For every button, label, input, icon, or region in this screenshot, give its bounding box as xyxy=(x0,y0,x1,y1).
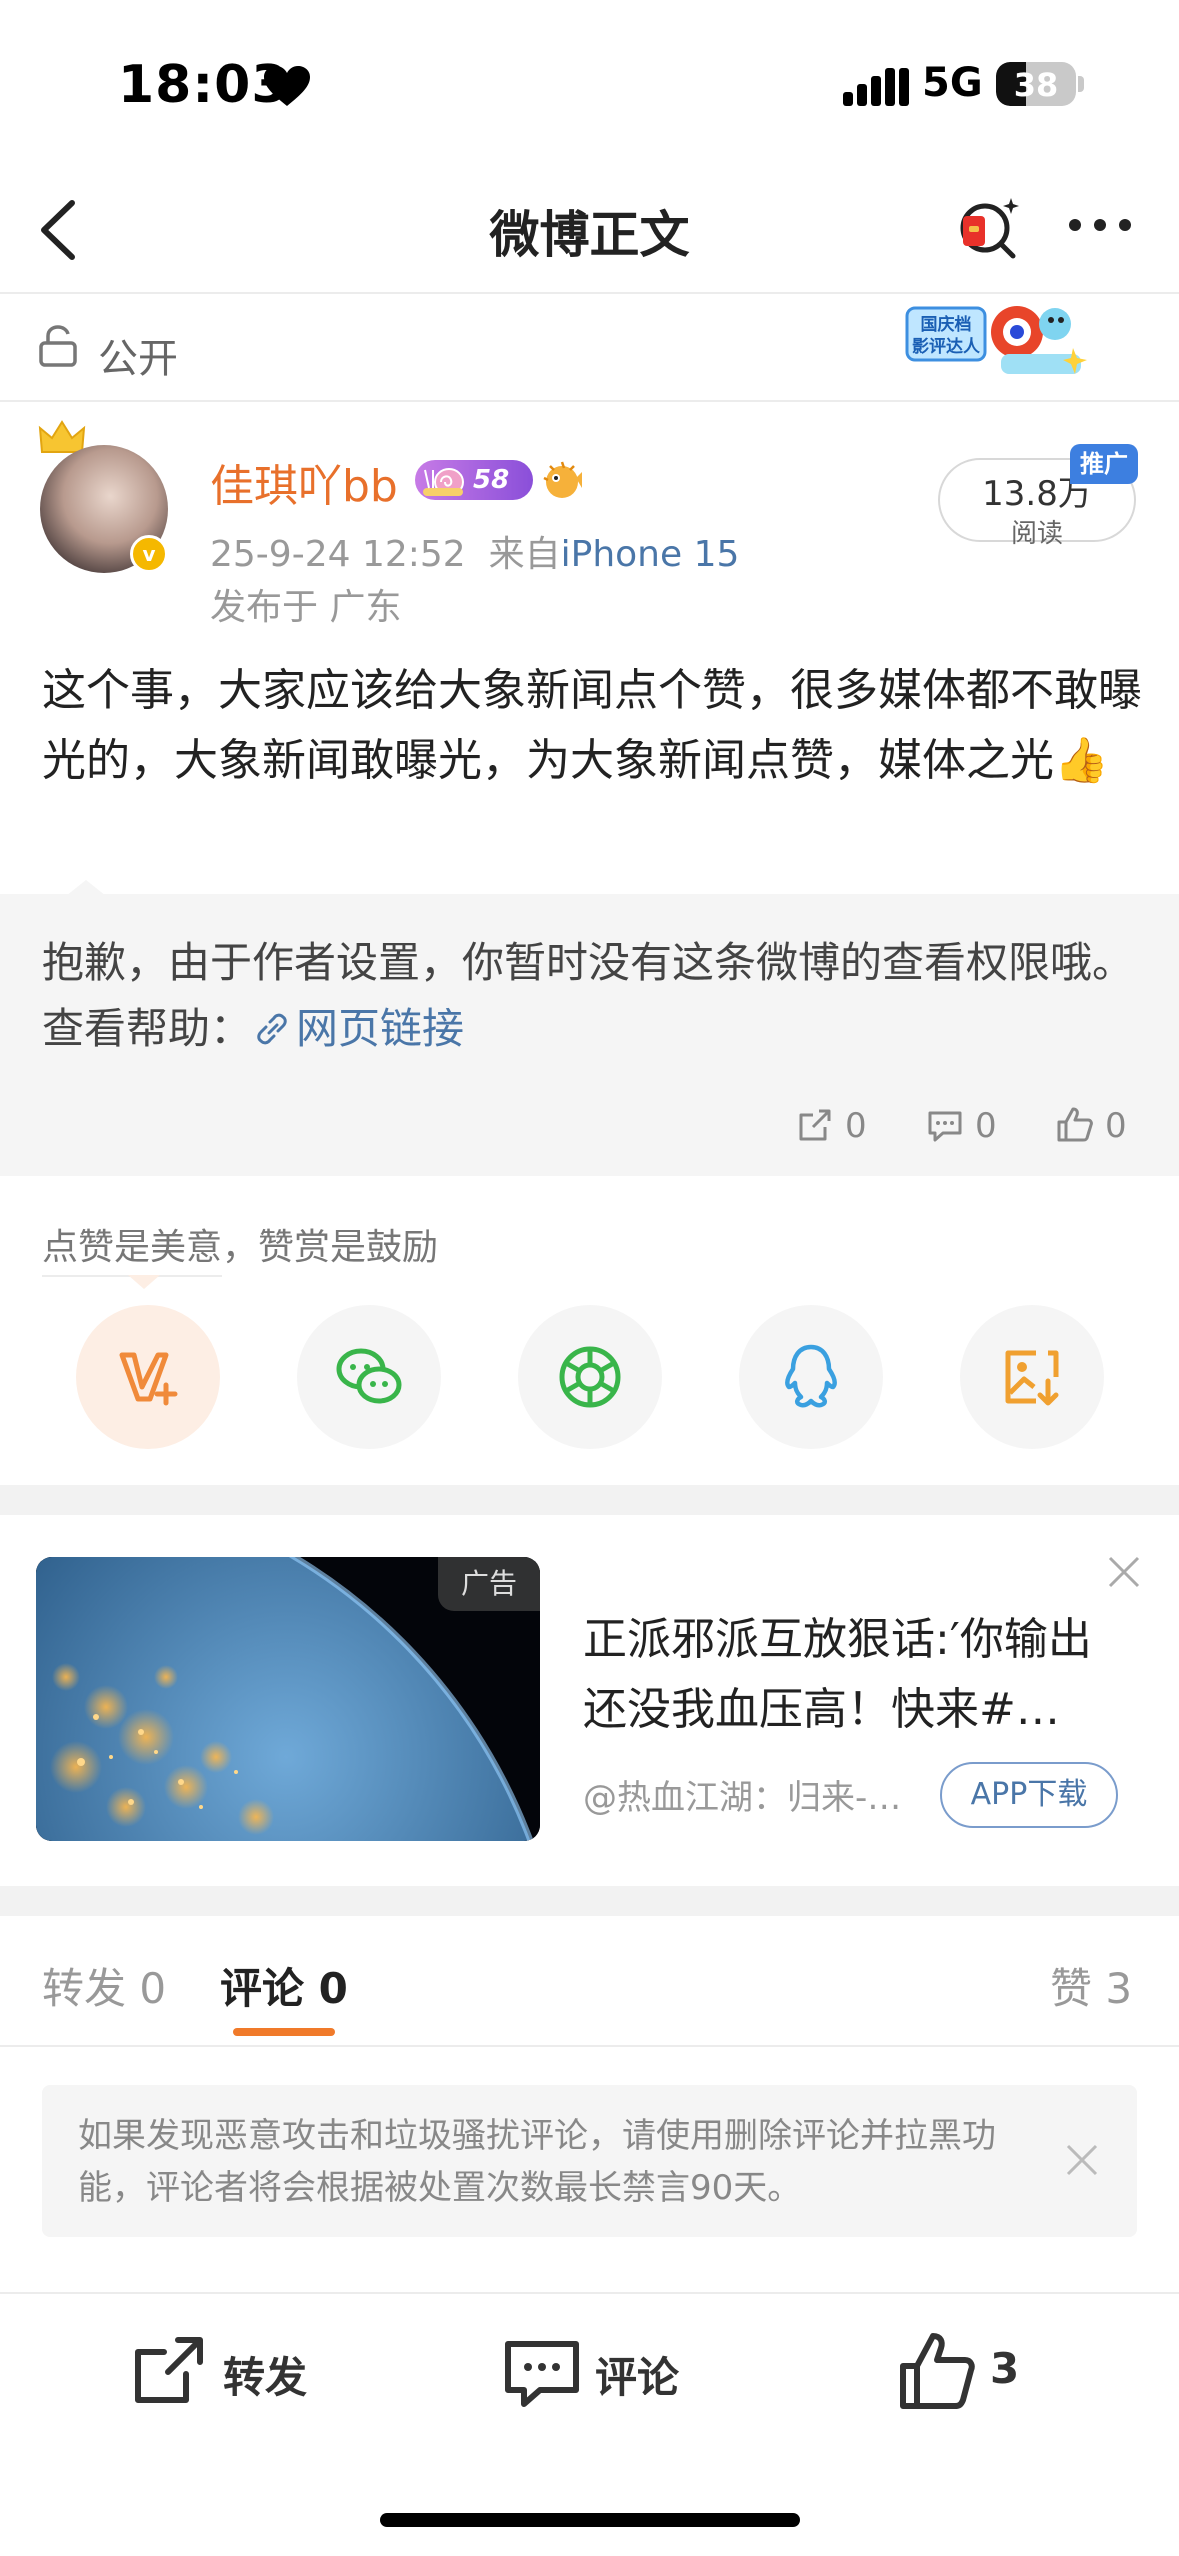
section-separator xyxy=(0,1485,1179,1515)
wechat-icon xyxy=(336,1348,402,1404)
like-count: 0 xyxy=(1105,1106,1127,1146)
comment-label: 评论 xyxy=(595,2353,680,2402)
repost-like-count[interactable]: 0 xyxy=(1055,1105,1127,1149)
divider xyxy=(0,2045,1179,2047)
post-date: 25-9-24 12:52 xyxy=(210,534,466,575)
visibility-label: 公开 xyxy=(98,336,178,382)
post-text: 这个事，大家应该给大象新闻点个赞，很多媒体都不敢曝光的，大象新闻敢曝光，为大象新… xyxy=(42,665,1142,786)
like-button[interactable]: 3 xyxy=(895,2330,1055,2414)
post-location: 发布于 广东 xyxy=(210,587,402,628)
share-icon xyxy=(135,2337,203,2403)
level-badge[interactable]: 58 xyxy=(415,460,533,500)
repost-comment-count[interactable]: 0 xyxy=(925,1105,997,1149)
tab-forward[interactable]: 转发 0 xyxy=(42,1955,166,2016)
notice-text: 如果发现恶意攻击和垃圾骚扰评论，请使用删除评论并拉黑功能，评论者将会根据被处置次… xyxy=(78,2116,996,2208)
post-source[interactable]: iPhone 15 xyxy=(561,534,740,575)
comment-icon xyxy=(928,1111,962,1142)
thumb-up-icon xyxy=(900,2333,975,2409)
web-link-label: 网页链接 xyxy=(296,1004,465,1053)
repost-forward-count[interactable]: 0 xyxy=(795,1105,867,1149)
web-link[interactable]: 网页链接 xyxy=(252,1004,464,1053)
close-icon[interactable] xyxy=(1104,1552,1144,1592)
reads-label: 阅读 xyxy=(1010,519,1063,549)
close-icon[interactable] xyxy=(1062,2140,1102,2180)
red-packet-search-icon[interactable] xyxy=(955,192,1025,262)
ad-title[interactable]: 正派邪派互放狠话:′你输出还没我血压高！快来#… xyxy=(583,1605,1123,1745)
verified-badge-icon: v xyxy=(130,535,168,573)
battery-indicator: 38 xyxy=(996,62,1076,106)
reward-button[interactable] xyxy=(76,1305,220,1449)
heart-icon xyxy=(264,66,310,106)
lock-open-icon xyxy=(39,325,77,367)
network-label: 5G xyxy=(922,60,983,106)
ad-tag: 广告 xyxy=(438,1557,540,1611)
share-qq-button[interactable] xyxy=(739,1305,883,1449)
comment-icon xyxy=(505,2341,579,2407)
ad-advertiser: @热血江湖：归来-… xyxy=(583,1778,902,1818)
divider xyxy=(0,400,1179,402)
forward-label: 转发 xyxy=(223,2353,308,2402)
share-moments-button[interactable] xyxy=(518,1305,662,1449)
critic-badge-icon[interactable]: 国庆档 影评达人 xyxy=(905,298,1090,380)
tab-like[interactable]: 赞 3 xyxy=(1050,1955,1132,2016)
snail-icon xyxy=(423,468,464,496)
tab-comment[interactable]: 评论 0 xyxy=(220,1955,348,2016)
repost-text: 抱歉，由于作者设置，你暂时没有这条微博的查看权限哦。查看帮助： xyxy=(42,938,1135,1053)
qq-icon xyxy=(785,1344,837,1408)
thumb-up-icon xyxy=(1057,1107,1093,1142)
signal-icon xyxy=(843,68,909,106)
link-icon xyxy=(257,1013,287,1045)
save-image-icon xyxy=(1005,1350,1059,1406)
bottom-bar-divider xyxy=(0,2292,1179,2294)
svg-text:影评达人: 影评达人 xyxy=(912,336,981,357)
share-icon xyxy=(799,1109,831,1141)
forward-count: 0 xyxy=(845,1106,867,1146)
like-count: 3 xyxy=(990,2344,1020,2393)
more-icon[interactable] xyxy=(1065,205,1135,245)
repost-notice: 抱歉，由于作者设置，你暂时没有这条微博的查看权限哦。查看帮助： 网页链接 xyxy=(42,930,1142,1062)
save-image-button[interactable] xyxy=(960,1305,1104,1449)
source-prefix: 来自 xyxy=(488,534,561,575)
reward-notch xyxy=(128,1275,160,1289)
comment-button[interactable]: 评论 xyxy=(500,2330,710,2414)
reward-v-icon xyxy=(119,1352,178,1406)
author-name[interactable]: 佳琪吖bb xyxy=(210,450,398,514)
battery-text: 38 xyxy=(1013,66,1059,104)
promo-tag: 推广 xyxy=(1070,444,1138,484)
share-wechat-button[interactable] xyxy=(297,1305,441,1449)
post-meta: 25-9-24 12:52 来自iPhone 15 xyxy=(210,525,739,577)
comment-count: 0 xyxy=(975,1106,997,1146)
app-download-button[interactable]: APP下载 xyxy=(940,1762,1118,1828)
pufferfish-icon xyxy=(543,461,582,498)
reward-label: 点赞是美意，赞赏是鼓励 xyxy=(42,1227,439,1268)
forward-button[interactable]: 转发 xyxy=(128,2330,338,2414)
level-value: 58 xyxy=(473,465,510,495)
moments-icon xyxy=(559,1346,621,1408)
section-separator xyxy=(0,1886,1179,1916)
divider xyxy=(0,292,1179,294)
battery-cap xyxy=(1078,76,1084,92)
tab-indicator xyxy=(233,2028,335,2036)
home-indicator[interactable] xyxy=(380,2513,800,2527)
svg-text:国庆档: 国庆档 xyxy=(921,314,972,335)
